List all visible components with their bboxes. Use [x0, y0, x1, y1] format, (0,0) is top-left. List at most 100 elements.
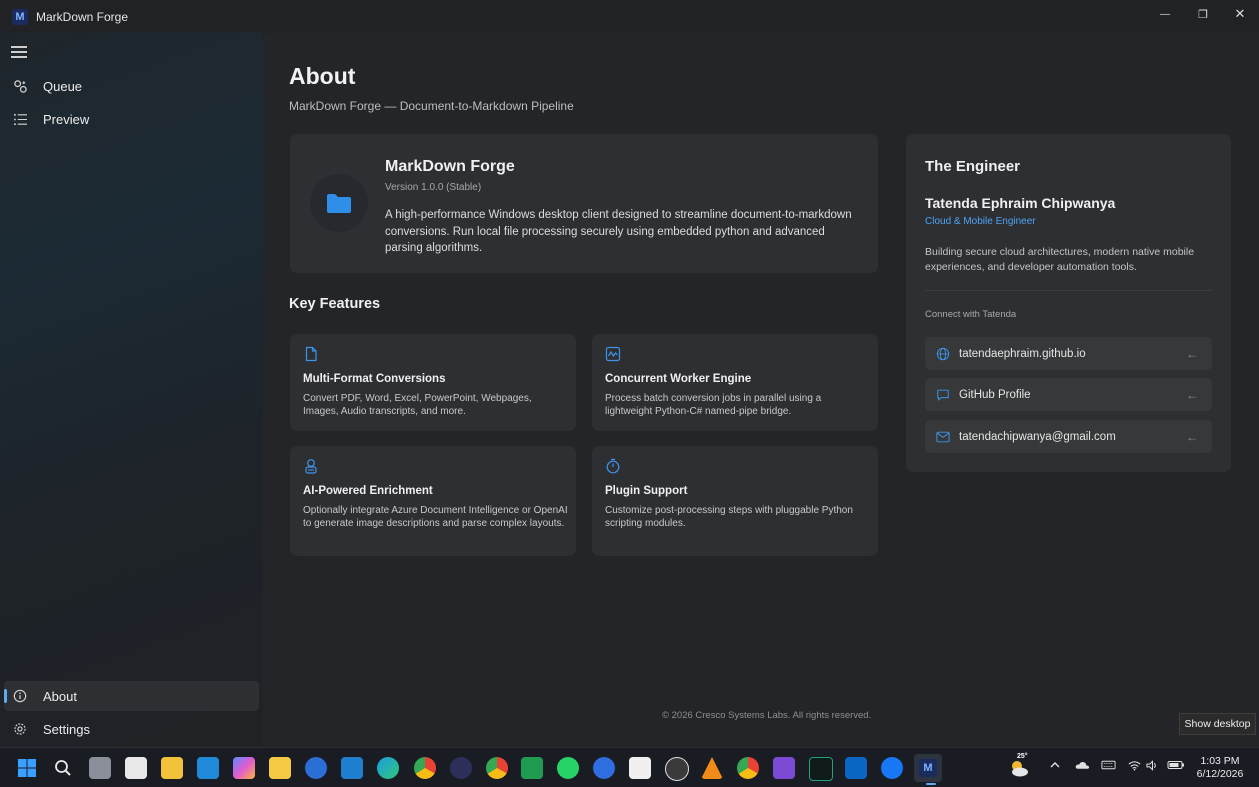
- whatsapp-icon[interactable]: [557, 757, 579, 779]
- feature-card: Multi-Format Conversions Convert PDF, Wo…: [290, 334, 576, 431]
- hamburger-menu-icon[interactable]: [11, 46, 27, 58]
- store-icon[interactable]: [125, 757, 147, 779]
- gear-icon: [12, 721, 28, 737]
- feature-card: Plugin Support Customize post-processing…: [592, 446, 878, 556]
- minimize-button[interactable]: —: [1147, 0, 1183, 28]
- page-title: About: [289, 63, 356, 89]
- arrow-left-icon: ←: [1186, 387, 1198, 402]
- sidebar-item-about[interactable]: About: [4, 681, 259, 711]
- taskbar-clock[interactable]: 1:03 PM 6/12/2026: [1190, 755, 1250, 781]
- markdown-forge-taskbar-icon[interactable]: M: [914, 754, 942, 782]
- linkedin-icon[interactable]: [845, 757, 867, 779]
- sidebar-item-label: Preview: [43, 111, 90, 127]
- link-label: tatendachipwanya@gmail.com: [959, 430, 1116, 443]
- features-heading: Key Features: [289, 296, 381, 312]
- battery-icon[interactable]: [1167, 760, 1185, 773]
- weather-temperature: 25°: [1017, 753, 1028, 760]
- title-bar: M MarkDown Forge — ❐ ✕: [0, 0, 1259, 32]
- copilot-icon[interactable]: [233, 757, 255, 779]
- sidebar-item-label: Queue: [43, 78, 83, 94]
- page-subtitle: MarkDown Forge — Document-to-Markdown Pi…: [289, 99, 574, 113]
- timer-icon: [605, 458, 621, 474]
- sidebar-item-preview[interactable]: Preview: [4, 104, 259, 134]
- sidebar-item-queue[interactable]: Queue: [4, 71, 259, 101]
- excel-icon[interactable]: [521, 757, 543, 779]
- app-icon[interactable]: [197, 757, 219, 779]
- app-icon[interactable]: [593, 757, 615, 779]
- sidebar-item-label: Settings: [43, 721, 90, 737]
- feature-title: AI-Powered Enrichment: [303, 485, 433, 497]
- engineer-role: Cloud & Mobile Engineer: [925, 216, 1036, 227]
- start-icon[interactable]: [16, 757, 38, 779]
- divider: [925, 290, 1212, 291]
- feature-title: Multi-Format Conversions: [303, 373, 446, 385]
- feature-description: Process batch conversion jobs in paralle…: [605, 393, 822, 418]
- app-title: MarkDown Forge: [36, 10, 129, 24]
- app-logo-icon: M: [919, 759, 937, 777]
- task-view-icon[interactable]: [89, 757, 111, 779]
- volume-icon[interactable]: [1146, 760, 1159, 774]
- file-explorer-icon[interactable]: [161, 757, 183, 779]
- globe-icon: [935, 346, 951, 362]
- feature-card: Concurrent Worker Engine Process batch c…: [592, 334, 878, 431]
- show-desktop-tooltip: Show desktop: [1179, 713, 1256, 735]
- feature-description: Convert PDF, Word, Excel, PowerPoint, We…: [303, 393, 532, 418]
- website-link[interactable]: tatendaephraim.github.io ←: [925, 337, 1212, 370]
- document-icon: [303, 346, 319, 362]
- clock-date: 6/12/2026: [1196, 768, 1244, 780]
- app-icon[interactable]: [629, 757, 651, 779]
- taskbar: M 25° 1:03 PM 6/12/2026: [0, 747, 1259, 787]
- chrome-icon[interactable]: [737, 757, 759, 779]
- chevron-up-icon[interactable]: [1050, 760, 1060, 772]
- mail-icon: [935, 429, 951, 445]
- feature-title: Concurrent Worker Engine: [605, 373, 752, 385]
- app-version: Version 1.0.0 (Stable): [385, 182, 482, 193]
- visual-studio-icon[interactable]: [773, 757, 795, 779]
- weather-icon[interactable]: [1008, 758, 1030, 778]
- wifi-icon[interactable]: [1128, 760, 1141, 774]
- vscode-icon[interactable]: [341, 757, 363, 779]
- app-icon[interactable]: [305, 757, 327, 779]
- onedrive-icon[interactable]: [1075, 760, 1090, 773]
- email-link[interactable]: tatendachipwanya@gmail.com ←: [925, 420, 1212, 453]
- engineer-name: Tatenda Ephraim Chipwanya: [925, 195, 1116, 211]
- app-description: A high-performance Windows desktop clien…: [385, 209, 852, 254]
- edge-icon[interactable]: [377, 757, 399, 779]
- copyright-footer: © 2026 Cresco Systems Labs. All rights r…: [662, 710, 872, 721]
- info-icon: [12, 688, 28, 704]
- chrome-icon[interactable]: [414, 757, 436, 779]
- app-icon[interactable]: [450, 757, 472, 779]
- app-info-card: MarkDown Forge Version 1.0.0 (Stable) A …: [290, 134, 878, 273]
- sidebar-item-settings[interactable]: Settings: [4, 714, 259, 744]
- clock-time: 1:03 PM: [1200, 755, 1240, 767]
- restore-icon: ❐: [1198, 8, 1208, 21]
- media-player-icon[interactable]: [665, 757, 689, 781]
- arrow-left-icon: ←: [1186, 346, 1198, 361]
- app-name: MarkDown Forge: [385, 158, 515, 175]
- keyboard-icon[interactable]: [1101, 760, 1116, 773]
- link-label: tatendaephraim.github.io: [959, 347, 1086, 360]
- connect-label: Connect with Tatenda: [925, 309, 1017, 320]
- list-icon: [12, 111, 28, 127]
- feature-title: Plugin Support: [605, 485, 688, 497]
- sticky-notes-icon[interactable]: [269, 757, 291, 779]
- github-link[interactable]: GitHub Profile ←: [925, 378, 1212, 411]
- sidebar-item-label: About: [43, 688, 77, 704]
- chat-icon: [935, 387, 951, 403]
- search-icon[interactable]: [52, 757, 74, 779]
- link-label: GitHub Profile: [959, 388, 1031, 401]
- vlc-icon[interactable]: [701, 757, 723, 779]
- app-icon[interactable]: [809, 757, 833, 781]
- restore-button[interactable]: ❐: [1185, 0, 1221, 28]
- pulse-icon: [605, 346, 621, 362]
- engineer-bio: Building secure cloud architectures, mod…: [925, 246, 1195, 273]
- app-logo-icon: M: [12, 9, 28, 25]
- feature-card: AI-Powered Enrichment Optionally integra…: [290, 446, 576, 556]
- robot-icon: [303, 458, 319, 474]
- engineer-card: The Engineer Tatenda Ephraim Chipwanya C…: [906, 134, 1231, 472]
- facebook-icon[interactable]: [881, 757, 903, 779]
- queue-icon: [12, 78, 28, 94]
- chrome-icon[interactable]: [486, 757, 508, 779]
- close-button[interactable]: ✕: [1222, 0, 1258, 28]
- minimize-icon: —: [1160, 8, 1170, 20]
